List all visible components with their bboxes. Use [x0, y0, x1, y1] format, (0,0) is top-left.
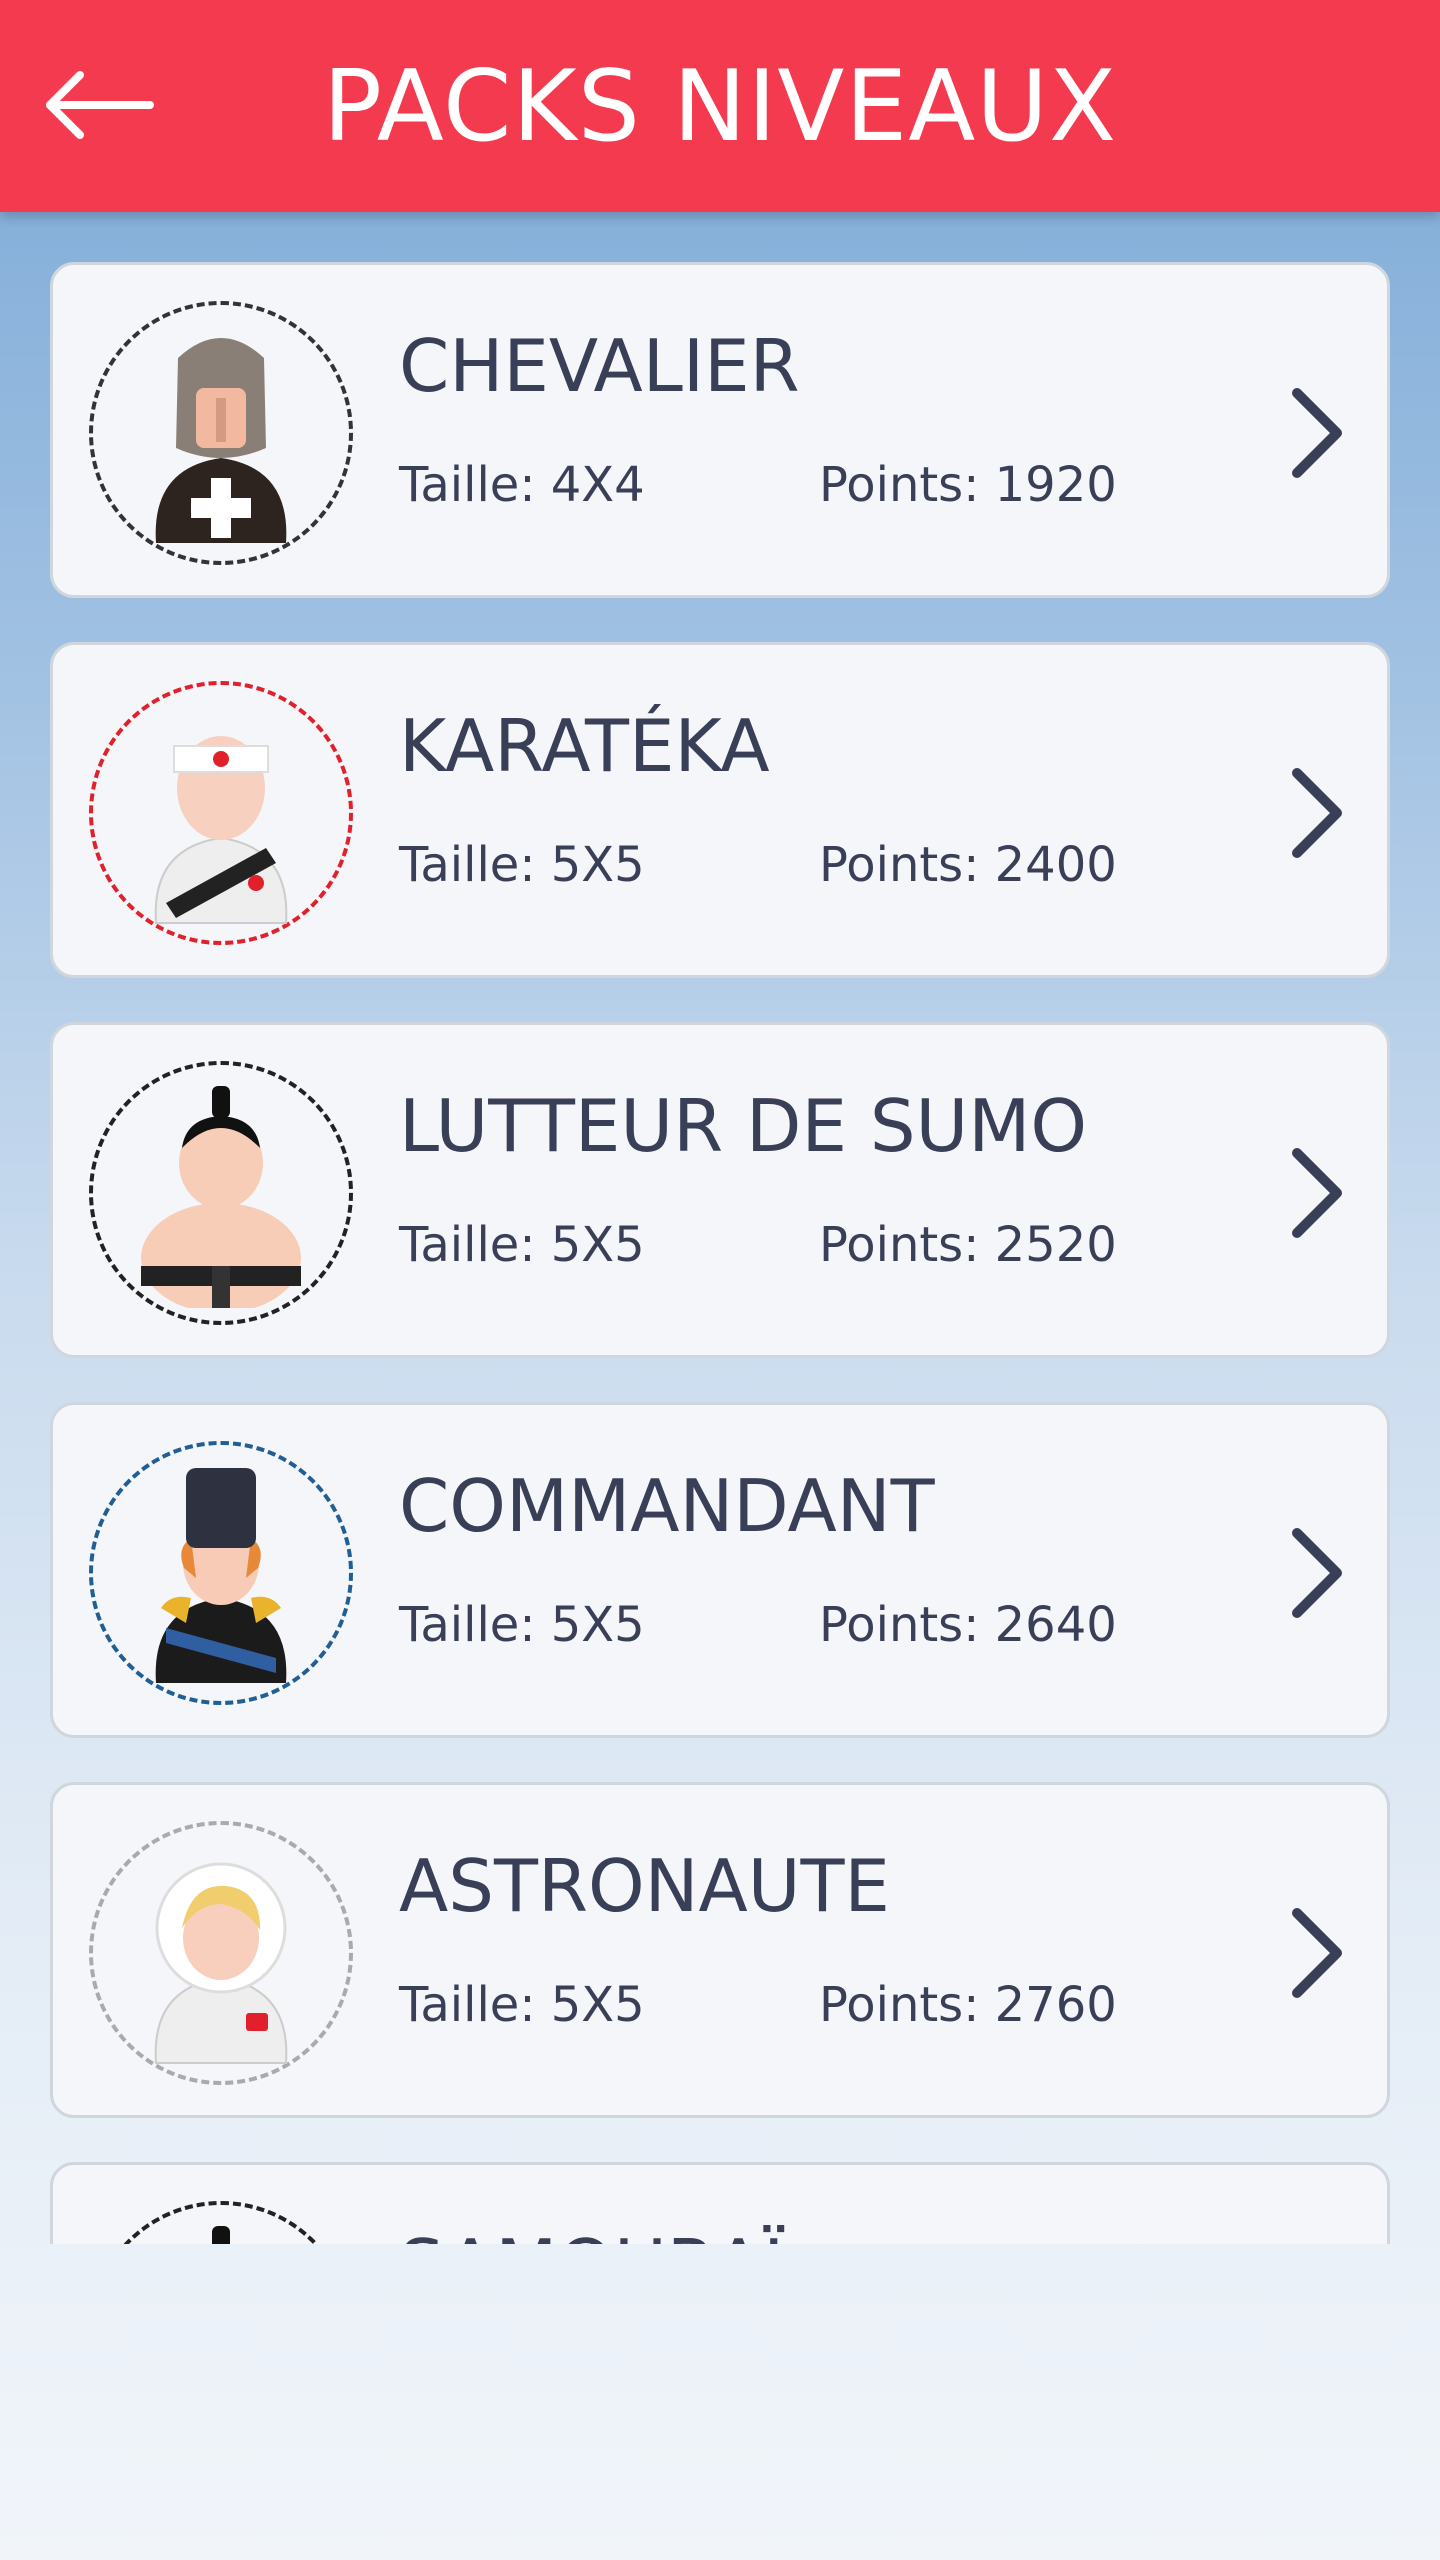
avatar-ring — [89, 1061, 353, 1325]
sumo-avatar-icon — [141, 1086, 301, 1308]
pack-card-commandant[interactable]: COMMANDANT Taille: 5X5 Points: 2640 — [50, 1402, 1390, 1738]
chevron-right-icon — [1277, 1513, 1357, 1633]
avatar-ring — [89, 301, 353, 565]
pack-points: Points: 1920 — [819, 457, 1117, 513]
pack-name: CHEVALIER — [399, 324, 800, 408]
pack-points: Points: 2760 — [819, 1977, 1117, 2033]
pack-points: Points: 2400 — [819, 837, 1117, 893]
pack-size: Taille: 5X5 — [399, 1217, 645, 1273]
samurai-avatar-icon — [212, 2226, 230, 2244]
pack-size: Taille: 4X4 — [399, 457, 645, 513]
chevron-right-icon — [1277, 1893, 1357, 2013]
chevron-right-icon — [1277, 373, 1357, 493]
pack-card-chevalier[interactable]: CHEVALIER Taille: 4X4 Points: 1920 — [50, 262, 1390, 598]
pack-list[interactable]: CHEVALIER Taille: 4X4 Points: 1920 KARAT… — [0, 212, 1440, 2244]
pack-card-sumo[interactable]: LUTTEUR DE SUMO Taille: 5X5 Points: 2520 — [50, 1022, 1390, 1358]
pack-points: Points: 2640 — [819, 1597, 1117, 1653]
pack-name: ASTRONAUTE — [399, 1844, 890, 1928]
pack-card-karateka[interactable]: KARATÉKA Taille: 5X5 Points: 2400 — [50, 642, 1390, 978]
chevron-right-icon — [1277, 753, 1357, 873]
page-title: PACKS NIVEAUX — [322, 50, 1118, 164]
karateka-avatar-icon — [154, 736, 288, 924]
chevron-right-icon — [1277, 1133, 1357, 1253]
pack-size: Taille: 5X5 — [399, 837, 645, 893]
avatar-ring — [89, 681, 353, 945]
pack-name: LUTTEUR DE SUMO — [399, 1084, 1088, 1168]
knight-avatar-icon — [155, 338, 287, 543]
pack-name: COMMANDANT — [399, 1464, 935, 1548]
avatar-ring — [89, 1821, 353, 2085]
commander-avatar-icon — [155, 1468, 287, 1683]
app-header: PACKS NIVEAUX — [0, 0, 1440, 212]
pack-points: Points: 2520 — [819, 1217, 1117, 1273]
pack-name: SAMOURAÏ — [399, 2221, 784, 2244]
pack-card-astronaute[interactable]: ASTRONAUTE Taille: 5X5 Points: 2760 — [50, 1782, 1390, 2118]
pack-name: KARATÉKA — [399, 704, 770, 788]
astronaut-avatar-icon — [154, 1862, 288, 2064]
avatar-ring — [89, 1441, 353, 1705]
pack-size: Taille: 5X5 — [399, 1597, 645, 1653]
pack-card-samourai[interactable]: SAMOURAÏ — [50, 2162, 1390, 2244]
avatar-ring — [89, 2201, 353, 2244]
pack-size: Taille: 5X5 — [399, 1977, 645, 2033]
